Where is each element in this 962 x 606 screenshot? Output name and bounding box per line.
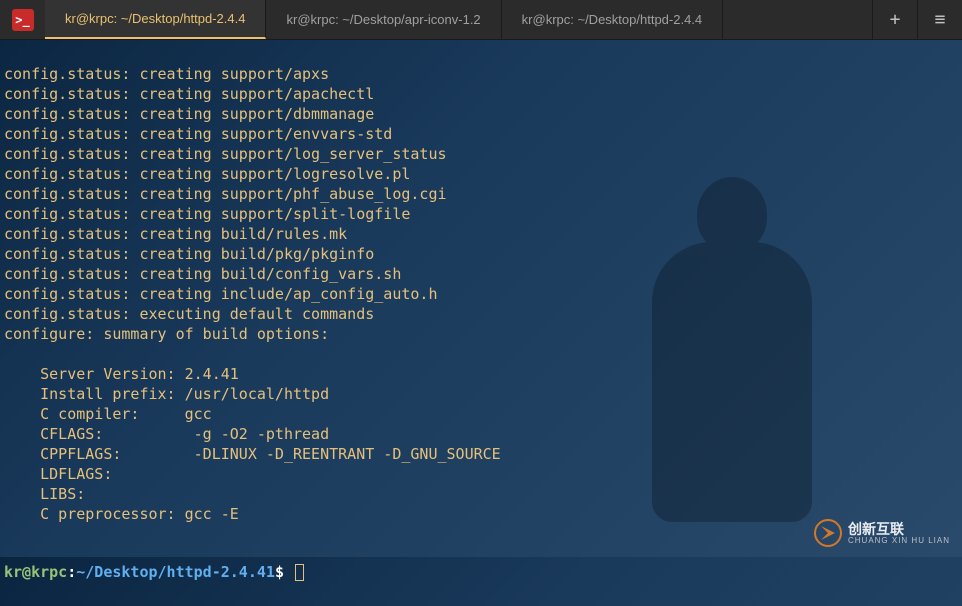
prompt-path: ~/Desktop/httpd-2.4.41 (76, 563, 275, 581)
menu-button[interactable]: ≡ (917, 0, 962, 40)
watermark-logo-icon (814, 519, 842, 547)
prompt-sep1: : (67, 563, 76, 581)
config-output-block: config.status: creating support/apxs con… (4, 64, 958, 524)
tab-strip: kr@krpc: ~/Desktop/httpd-2.4.4 kr@krpc: … (45, 0, 872, 39)
watermark-text-wrap: 创新互联 CHUANG XIN HU LIAN (848, 522, 950, 545)
new-tab-button[interactable]: + (872, 0, 917, 40)
watermark: 创新互联 CHUANG XIN HU LIAN (814, 519, 950, 547)
tab-controls: + ≡ (872, 0, 962, 39)
watermark-main: 创新互联 (848, 522, 950, 536)
tab-2[interactable]: kr@krpc: ~/Desktop/apr-iconv-1.2 (266, 0, 501, 39)
tab-1[interactable]: kr@krpc: ~/Desktop/httpd-2.4.4 (45, 0, 266, 39)
prompt-sep2: $ (275, 563, 284, 581)
prompt-line: kr@krpc:~/Desktop/httpd-2.4.41$ (4, 562, 958, 582)
terminal-icon: >_ (12, 9, 34, 31)
tab-3[interactable]: kr@krpc: ~/Desktop/httpd-2.4.4 (502, 0, 723, 39)
titlebar: >_ kr@krpc: ~/Desktop/httpd-2.4.4 kr@krp… (0, 0, 962, 40)
watermark-sub: CHUANG XIN HU LIAN (848, 536, 950, 545)
cursor (295, 564, 304, 581)
prompt-user: kr@krpc (4, 563, 67, 581)
app-icon: >_ (0, 0, 45, 39)
